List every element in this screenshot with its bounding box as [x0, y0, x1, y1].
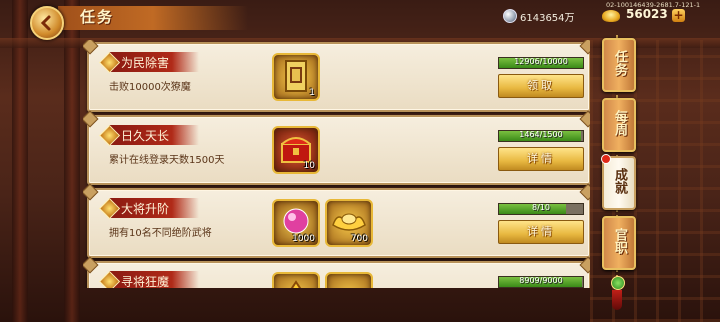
tab-tasks[interactable]: 任务 [602, 38, 636, 92]
task-list[interactable]: 为民除害 击败10000次獠魔 1 12906/10000 领取 日久天长 累计… [83, 40, 590, 288]
diamond-icon [98, 270, 121, 288]
task-title: 为民除害 [121, 56, 170, 70]
back-arrow-icon [40, 15, 51, 31]
reward-item[interactable]: 700 [325, 199, 373, 247]
diamond-icon [98, 197, 121, 220]
gold-ingot-icon [602, 10, 620, 22]
progress-text: 1464/1500 [519, 130, 563, 139]
task-description: 累计在线登录天数1500天 [109, 155, 225, 166]
reward-count: 1000 [292, 234, 315, 244]
task-card: 大将升阶 拥有10名不同绝阶武将 1000 700 8/10 详情 [87, 188, 590, 258]
progress-bar: 8909/9000 [498, 276, 584, 288]
task-title: 大将升阶 [121, 202, 170, 216]
silver-value: 6143654万 [520, 13, 575, 24]
details-button[interactable]: 详情 [498, 220, 584, 244]
task-title: 寻将狂魔 [121, 275, 170, 288]
task-card: 为民除害 击败10000次獠魔 1 12906/10000 领取 [87, 42, 590, 112]
top-bar: 任务 6143654万 02-100146439-2681.7-121-1 56… [0, 0, 720, 40]
task-title-tag: 为民除害 [98, 51, 199, 74]
task-title-tag: 大将升阶 [98, 197, 199, 220]
progress-bar: 12906/10000 [498, 57, 584, 69]
tab-achievements[interactable]: 成就 [601, 154, 636, 210]
reward-item[interactable] [272, 272, 320, 288]
tab-rank[interactable]: 官职 [602, 216, 636, 270]
diamond-icon [98, 124, 121, 147]
gold-value: 56023 [626, 7, 668, 21]
jade-ornament-icon [611, 276, 625, 290]
reward-item[interactable] [325, 272, 373, 288]
tab-label: 任务 [612, 50, 627, 76]
progress-text: 8/10 [532, 203, 550, 212]
back-button[interactable] [30, 6, 64, 40]
task-description: 击败10000次獠魔 [109, 82, 191, 93]
progress-text: 8909/9000 [519, 276, 563, 285]
progress-text: 12906/10000 [514, 57, 568, 66]
details-button[interactable]: 详情 [498, 147, 584, 171]
add-gold-button[interactable]: + [672, 9, 685, 22]
progress-bar: 8/10 [498, 203, 584, 215]
tab-label: 每周 [612, 110, 627, 136]
gold-ornament-icon [290, 280, 302, 288]
tab-weekly[interactable]: 每周 [602, 98, 636, 152]
reward-item[interactable]: 10 [272, 126, 320, 174]
reward-item[interactable]: 1000 [272, 199, 320, 247]
task-description: 拥有10名不同绝阶武将 [109, 228, 212, 239]
reward-count: 700 [350, 234, 368, 244]
diamond-icon [98, 51, 121, 74]
reward-item[interactable]: 1 [272, 53, 320, 101]
notification-dot [601, 154, 611, 164]
silver-coin-icon [503, 9, 517, 23]
progress-bar: 1464/1500 [498, 130, 584, 142]
tassel-icon [612, 290, 622, 310]
task-title-tag: 日久天长 [98, 124, 199, 147]
tab-label: 成就 [612, 168, 627, 194]
task-card: 寻将狂魔 8909/9000 [87, 261, 590, 288]
gold-ingot-icon [327, 274, 371, 288]
tab-label: 官职 [612, 228, 627, 254]
page-title: 任务 [80, 8, 115, 26]
task-card: 日久天长 累计在线登录天数1500天 10 1464/1500 详情 [87, 115, 590, 185]
claim-button[interactable]: 领取 [498, 74, 584, 98]
task-title: 日久天长 [121, 129, 170, 143]
reward-count: 1 [309, 88, 315, 98]
reward-count: 10 [303, 161, 315, 171]
task-title-tag: 寻将狂魔 [98, 270, 199, 288]
